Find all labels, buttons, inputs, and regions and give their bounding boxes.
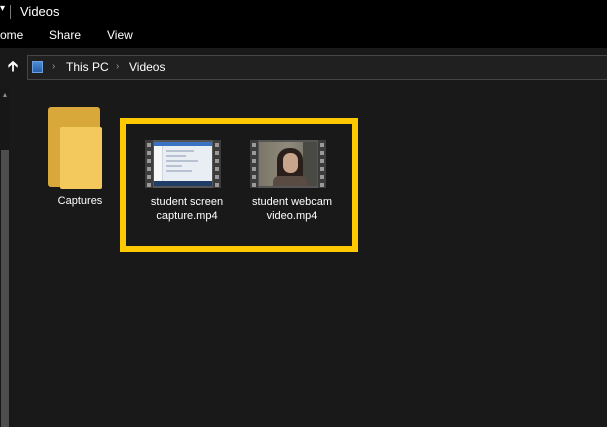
folder-item-captures[interactable]: Captures [42, 105, 118, 215]
this-pc-icon [32, 61, 43, 73]
file-list-area: ▲ Captures student screen capture.mp4 st… [0, 88, 607, 427]
tab-home[interactable]: ome [0, 28, 23, 42]
tab-view[interactable]: View [107, 28, 133, 42]
item-label: student screen capture.mp4 [150, 196, 224, 222]
video-item-webcam[interactable]: student webcam video.mp4 [245, 140, 339, 230]
title-separator [10, 5, 11, 19]
scrollbar-thumb[interactable] [1, 150, 9, 427]
video-thumbnail-icon [145, 140, 221, 188]
window-title: Videos [20, 4, 60, 19]
title-bar: ▾ Videos [0, 0, 607, 24]
item-label: Captures [57, 195, 103, 207]
item-label: student webcam video.mp4 [251, 196, 333, 222]
folder-icon [48, 105, 104, 191]
scroll-up-icon[interactable]: ▲ [0, 92, 10, 99]
breadcrumb-chevron-icon[interactable]: › [116, 61, 119, 72]
breadcrumb-chevron-icon[interactable]: › [52, 61, 55, 72]
video-thumbnail-icon [250, 140, 326, 188]
ribbon-tabs: ome Share View [0, 24, 607, 48]
quick-access-dropdown-icon[interactable]: ▾ [0, 3, 5, 14]
address-bar[interactable]: › This PC › Videos [27, 55, 607, 80]
breadcrumb-videos[interactable]: Videos [129, 60, 165, 74]
vertical-scrollbar[interactable]: ▲ [0, 88, 10, 427]
tab-share[interactable]: Share [49, 28, 81, 42]
up-arrow-icon[interactable]: 🡱 [5, 58, 21, 76]
video-item-screen-capture[interactable]: student screen capture.mp4 [140, 140, 234, 230]
breadcrumb-this-pc[interactable]: This PC [66, 60, 109, 74]
navigation-row: 🡱 › This PC › Videos [0, 48, 607, 88]
